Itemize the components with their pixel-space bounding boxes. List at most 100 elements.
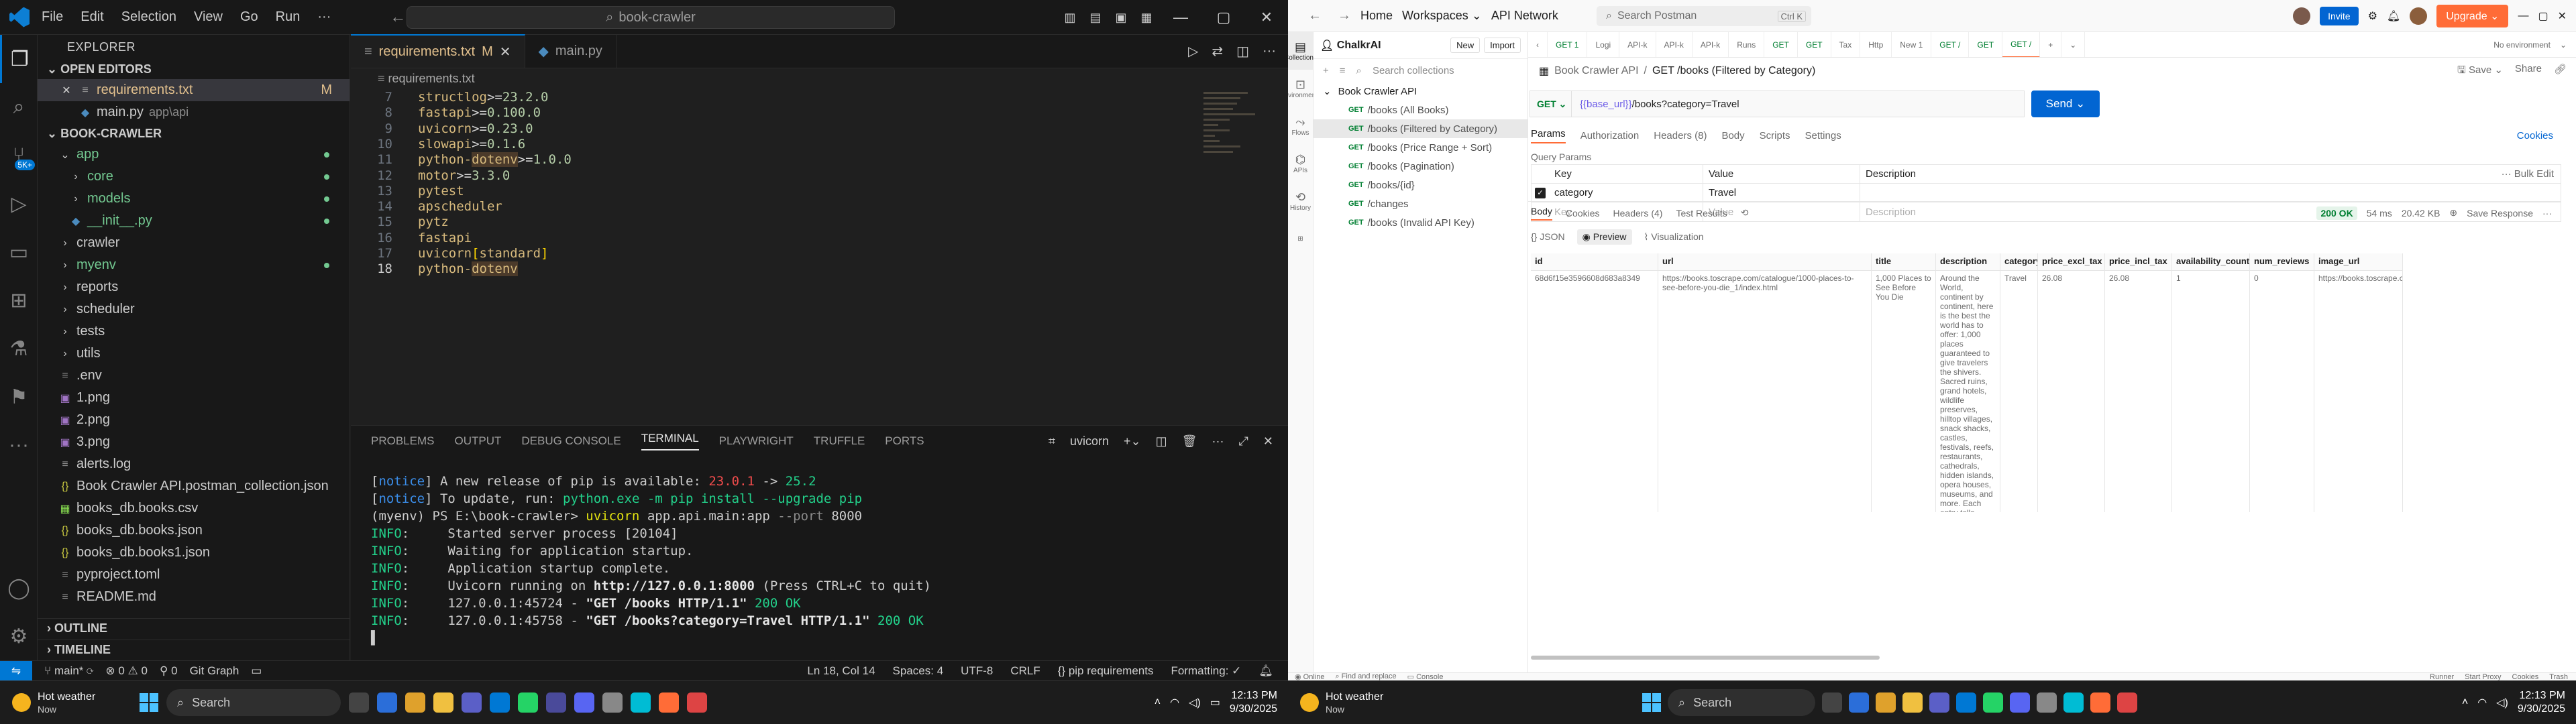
- avatar[interactable]: [2410, 7, 2428, 25]
- run-icon[interactable]: ▷: [1188, 43, 1198, 60]
- rail-environments[interactable]: ⊡Environments: [1288, 70, 1321, 107]
- request-tab[interactable]: GET: [1798, 32, 1831, 57]
- save-button[interactable]: 🖫︎ Save ⌄: [2457, 63, 2503, 80]
- code-line[interactable]: python-dotenv: [418, 261, 518, 277]
- upgrade-button[interactable]: Upgrade ⌄: [2436, 5, 2509, 27]
- close-icon[interactable]: ✕: [59, 84, 74, 97]
- grid-cell[interactable]: 26.08: [2038, 271, 2105, 512]
- taskbar-search[interactable]: ⌕ Search: [166, 689, 341, 716]
- whatsapp-icon[interactable]: [518, 692, 538, 713]
- split-terminal-icon[interactable]: ◫: [1156, 434, 1167, 448]
- grid-cell[interactable]: https://books.toscrape.com/media/c: [2314, 271, 2403, 512]
- plus-icon[interactable]: +: [1323, 65, 1329, 76]
- globe-icon[interactable]: ⊕: [2449, 207, 2457, 219]
- request-tab[interactable]: API-k: [1693, 32, 1729, 57]
- code-line[interactable]: pytest: [418, 184, 464, 198]
- trash-icon[interactable]: 🗑︎: [1182, 434, 1197, 448]
- clock[interactable]: 12:13 PM 9/30/2025: [2518, 689, 2565, 716]
- request-tab[interactable]: GET: [1764, 32, 1798, 57]
- grid-cell[interactable]: Travel: [2000, 271, 2038, 512]
- column-header[interactable]: image_url: [2314, 253, 2403, 270]
- grid-cell[interactable]: 26.08: [2105, 271, 2172, 512]
- formatting-status[interactable]: Formatting: ✓: [1171, 664, 1241, 678]
- menu-moremoremore[interactable]: ···: [317, 9, 331, 24]
- code-line[interactable]: apscheduler: [418, 199, 502, 214]
- teams-icon[interactable]: [462, 692, 482, 713]
- column-header[interactable]: category: [2000, 253, 2038, 270]
- param-checkbox[interactable]: ✓: [1535, 187, 1546, 198]
- invite-button[interactable]: Invite: [2320, 7, 2359, 25]
- filter-icon[interactable]: ≡: [1340, 65, 1346, 76]
- minimize-button[interactable]: —: [2518, 10, 2528, 22]
- format-visualization[interactable]: ⌇ Visualization: [1644, 231, 1704, 243]
- line-ending[interactable]: CRLF: [1010, 664, 1040, 678]
- compare-icon[interactable]: ⇄: [1212, 43, 1223, 60]
- request-item[interactable]: GET/books (Invalid API Key): [1313, 213, 1527, 232]
- response-tab-cookies[interactable]: Cookies: [1566, 208, 1600, 219]
- response-tab-headers[interactable]: Headers (4): [1613, 208, 1663, 219]
- terminal-status-icon[interactable]: ▭: [251, 664, 262, 678]
- tabs-back-icon[interactable]: ‹: [1528, 32, 1548, 57]
- request-tab[interactable]: GET 1: [1548, 32, 1588, 57]
- collection-item[interactable]: ⌄ Book Crawler API: [1313, 82, 1527, 101]
- panel-tab-debug-console[interactable]: DEBUG CONSOLE: [521, 434, 621, 448]
- column-header[interactable]: description: [1936, 253, 2000, 270]
- open-editor-requirements[interactable]: ✕ ≡ requirements.txt M: [38, 79, 350, 101]
- indentation[interactable]: Spaces: 4: [893, 664, 944, 678]
- terminal-name[interactable]: uvicorn: [1070, 434, 1109, 448]
- code-line[interactable]: fastapi>=0.100.0: [418, 105, 541, 120]
- tab-main-py[interactable]: ◆ main.py: [525, 34, 616, 68]
- close-icon[interactable]: ✕: [500, 44, 511, 60]
- tree-item[interactable]: › models: [38, 188, 350, 210]
- layout-panel-icon[interactable]: ▤: [1083, 11, 1108, 25]
- request-tab[interactable]: Logi: [1587, 32, 1620, 57]
- request-tab[interactable]: GET: [1969, 32, 2003, 57]
- save-response-button[interactable]: Save Response: [2467, 208, 2533, 219]
- app-icon[interactable]: [2037, 692, 2057, 713]
- column-header[interactable]: price_incl_tax: [2105, 253, 2172, 270]
- environment-selector[interactable]: No environment ⌄: [2493, 40, 2576, 50]
- task-view-icon[interactable]: [1822, 692, 1842, 713]
- teams-icon[interactable]: [1929, 692, 1949, 713]
- language-mode[interactable]: {} pip requirements: [1058, 664, 1154, 678]
- tab-body[interactable]: Body: [1721, 130, 1744, 141]
- weather-widget[interactable]: Hot weather Now: [1300, 690, 1434, 715]
- param-key[interactable]: category: [1549, 183, 1703, 202]
- tree-item[interactable]: › core: [38, 166, 350, 188]
- maximize-panel-icon[interactable]: ⤢: [1239, 434, 1248, 448]
- param-value[interactable]: Travel: [1703, 183, 1860, 202]
- encoding[interactable]: UTF-8: [961, 664, 993, 678]
- code-line[interactable]: uvicorn[standard]: [418, 246, 549, 261]
- cookies-link[interactable]: Cookies: [2512, 673, 2539, 681]
- menu-file[interactable]: File: [42, 9, 63, 24]
- code-line[interactable]: motor>=3.3.0: [418, 168, 510, 183]
- open-editor-main[interactable]: ◆ main.py app\api: [38, 101, 350, 123]
- maximize-button[interactable]: ▢: [1202, 9, 1245, 26]
- chrome-icon[interactable]: [1876, 692, 1896, 713]
- format-preview[interactable]: ◉ Preview: [1576, 229, 1632, 245]
- branch-status[interactable]: ⑂ main* ⟳: [44, 664, 93, 678]
- ports-status[interactable]: ⚲ 0: [160, 664, 178, 678]
- grid-cell[interactable]: 68d6f15e3596608d683a8349: [1531, 271, 1658, 512]
- file-explorer-icon[interactable]: [433, 692, 453, 713]
- column-header[interactable]: price_excl_tax: [2038, 253, 2105, 270]
- terminal-shell-icon[interactable]: ⌗: [1049, 434, 1055, 448]
- app-icon[interactable]: [2117, 692, 2137, 713]
- tab-scripts[interactable]: Scripts: [1760, 130, 1790, 141]
- nav-api-network[interactable]: API Network: [1491, 9, 1558, 23]
- request-tab[interactable]: GET /: [1931, 32, 1970, 57]
- tree-item[interactable]: › crawler: [38, 232, 350, 254]
- response-tab-testresults[interactable]: Test Results: [1676, 208, 1727, 219]
- rail-apis[interactable]: ⌬ APIs: [1288, 145, 1313, 182]
- timeline-header[interactable]: › TIMELINE: [38, 640, 350, 660]
- column-header[interactable]: num_reviews: [2250, 253, 2314, 270]
- history-icon[interactable]: ⟲: [1741, 207, 1749, 219]
- code-line[interactable]: fastapi: [418, 231, 472, 245]
- tab-params[interactable]: Params: [1531, 128, 1566, 143]
- new-terminal-icon[interactable]: +⌄: [1124, 434, 1141, 448]
- request-item[interactable]: GET/changes: [1313, 194, 1527, 213]
- windows-start-icon[interactable]: [1642, 693, 1661, 712]
- collections-search[interactable]: + ≡ ⌕ Search collections: [1313, 59, 1527, 82]
- command-center-search[interactable]: ⌕ book-crawler: [407, 6, 895, 29]
- maximize-button[interactable]: ▢: [2538, 9, 2548, 23]
